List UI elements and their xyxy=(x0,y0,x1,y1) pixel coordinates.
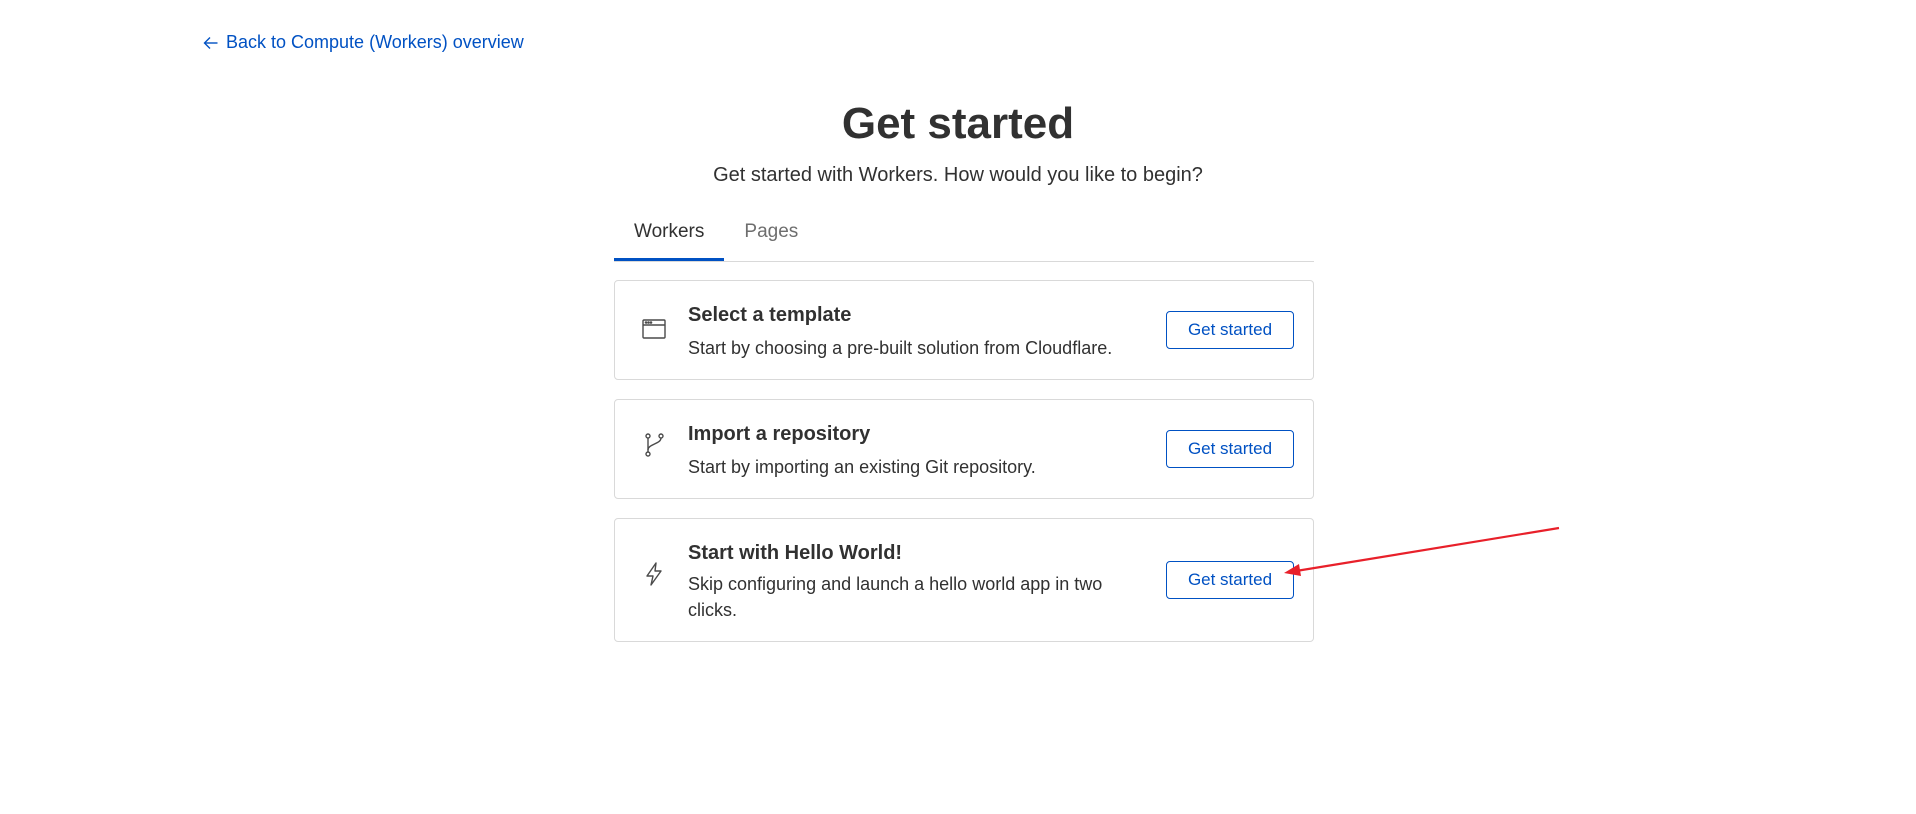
git-branch-icon xyxy=(641,432,667,458)
card-title: Select a template xyxy=(688,304,852,326)
tab-workers[interactable]: Workers xyxy=(614,212,725,261)
page-header: Get started Get started with Workers. Ho… xyxy=(0,96,1916,188)
select-template-card: Select a template Start by choosing a pr… xyxy=(614,280,1314,380)
page-title: Get started xyxy=(841,99,1075,148)
arrow-left-icon xyxy=(202,34,220,52)
card-description: Skip configuring and launch a hello worl… xyxy=(688,574,1103,620)
hello-world-card: Start with Hello World! Skip configuring… xyxy=(614,518,1314,642)
back-to-overview-link[interactable]: Back to Compute (Workers) overview xyxy=(202,32,524,53)
page-subtitle: Get started with Workers. How would you … xyxy=(713,164,1203,186)
back-link-label: Back to Compute (Workers) overview xyxy=(226,32,524,52)
card-description: Start by importing an existing Git repos… xyxy=(688,457,1036,477)
annotation-arrow-line xyxy=(1295,526,1560,573)
browser-window-icon xyxy=(641,316,667,342)
tab-bar: Workers Pages xyxy=(614,212,1314,262)
card-description: Start by choosing a pre-built solution f… xyxy=(688,338,1113,358)
import-repository-card: Import a repository Start by importing a… xyxy=(614,399,1314,499)
import-repository-get-started-button[interactable]: Get started xyxy=(1166,430,1294,468)
card-title: Start with Hello World! xyxy=(688,542,903,564)
hello-world-get-started-button[interactable]: Get started xyxy=(1166,561,1294,599)
tab-pages[interactable]: Pages xyxy=(724,212,818,261)
select-template-get-started-button[interactable]: Get started xyxy=(1166,311,1294,349)
card-title: Import a repository xyxy=(688,423,871,445)
lightning-bolt-icon xyxy=(641,561,667,587)
